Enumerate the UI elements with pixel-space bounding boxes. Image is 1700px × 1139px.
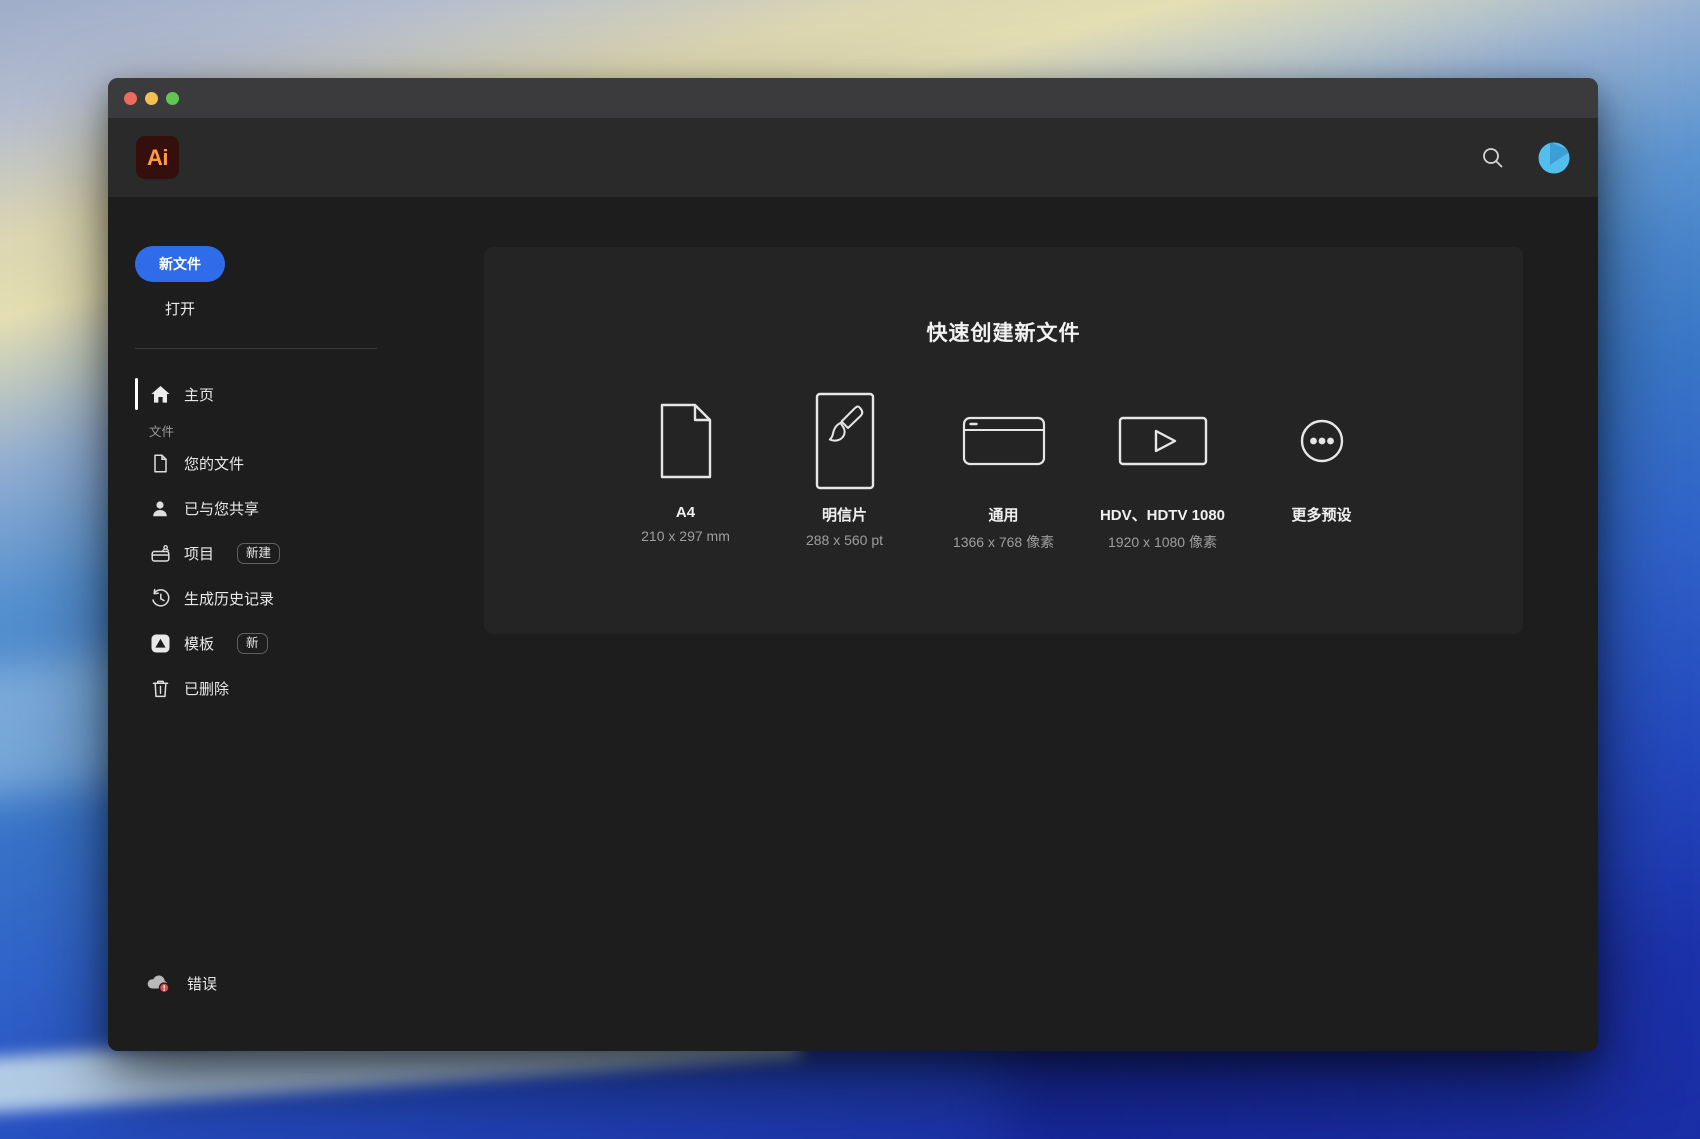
- quick-create-title: 快速创建新文件: [926, 322, 1081, 345]
- sidebar-item-label: 已删除: [184, 681, 230, 698]
- search-icon[interactable]: [1480, 145, 1506, 171]
- preset-name: 明信片: [821, 507, 867, 524]
- history-icon: [150, 588, 171, 609]
- sidebar-item-projects[interactable]: 项目 新建: [135, 531, 460, 576]
- sidebar-item-label: 项目: [184, 546, 215, 563]
- minimize-window-button[interactable]: [145, 91, 158, 105]
- illustrator-logo: Ai: [136, 136, 179, 179]
- preset-more[interactable]: 更多预设: [1242, 391, 1401, 552]
- preset-size: 1920 x 1080 像素: [1108, 534, 1217, 550]
- preset-size: 210 x 297 mm: [641, 528, 730, 544]
- new-badge: 新建: [237, 543, 281, 564]
- sidebar-item-label: 主页: [184, 386, 215, 404]
- titlebar[interactable]: [108, 78, 1598, 118]
- people-icon: [150, 498, 171, 519]
- user-avatar[interactable]: [1538, 142, 1570, 174]
- preset-name: HDV、HDTV 1080: [1099, 507, 1226, 524]
- new-file-button[interactable]: 新文件: [135, 246, 225, 282]
- sidebar-item-shared-with-you[interactable]: 已与您共享: [135, 486, 460, 531]
- sidebar-item-label: 模板: [184, 636, 215, 653]
- web-icon: [962, 391, 1046, 491]
- sidebar-item-templates[interactable]: 模板 新: [135, 621, 460, 666]
- preset-name: A4: [675, 504, 696, 521]
- document-icon: [150, 453, 171, 474]
- sidebar-item-your-files[interactable]: 您的文件: [135, 441, 460, 486]
- close-window-button[interactable]: [124, 91, 137, 105]
- sidebar-divider: [135, 348, 377, 349]
- sidebar-item-home[interactable]: 主页: [135, 375, 460, 413]
- document-new-icon: [658, 391, 714, 491]
- quick-create-panel: 快速创建新文件 A4 210 x 297 mm 明信片 288 x 560 pt…: [484, 247, 1523, 634]
- sidebar: 新文件 打开 主页 文件 您的文件 已与您共享 项目 新建 生成历史记录 模板 …: [108, 197, 460, 1051]
- open-button[interactable]: 打开: [135, 292, 225, 324]
- sidebar-item-label: 已与您共享: [184, 501, 260, 518]
- preset-name: 通用: [988, 507, 1019, 524]
- preset-name: 更多预设: [1291, 507, 1352, 524]
- home-icon: [150, 384, 171, 405]
- new-badge: 新: [237, 633, 268, 654]
- trash-icon: [150, 678, 171, 699]
- zoom-window-button[interactable]: [166, 91, 179, 105]
- preset-size: 1366 x 768 像素: [952, 534, 1055, 550]
- video-icon: [1118, 391, 1208, 491]
- sidebar-item-label: 您的文件: [184, 456, 245, 473]
- templates-icon: [150, 633, 171, 654]
- active-indicator: [135, 378, 138, 410]
- preset-size: 288 x 560 pt: [805, 532, 884, 548]
- sidebar-item-generation-history[interactable]: 生成历史记录: [135, 576, 460, 621]
- app-header: Ai: [108, 118, 1598, 197]
- projects-icon: [150, 543, 171, 564]
- postcard-icon: [814, 391, 876, 491]
- sidebar-item-deleted[interactable]: 已删除: [135, 666, 460, 711]
- preset-hdtv[interactable]: HDV、HDTV 1080 1920 x 1080 像素: [1083, 391, 1242, 552]
- preset-web[interactable]: 通用 1366 x 768 像素: [924, 391, 1083, 552]
- sync-error-status[interactable]: 错误: [145, 971, 217, 995]
- error-label: 错误: [187, 975, 218, 993]
- more-presets-icon: [1299, 391, 1345, 491]
- preset-a4[interactable]: A4 210 x 297 mm: [606, 391, 765, 552]
- main-content: 快速创建新文件 A4 210 x 297 mm 明信片 288 x 560 pt…: [460, 197, 1598, 1051]
- files-section-label: 文件: [149, 424, 175, 439]
- illustrator-home-window: Ai 新文件 打开 主页 文件 您的文件 已与您共享 项目 新建 生成历史记录 …: [108, 78, 1598, 1051]
- preset-postcard[interactable]: 明信片 288 x 560 pt: [765, 391, 924, 552]
- sidebar-item-label: 生成历史记录: [184, 591, 275, 608]
- cloud-error-icon: [145, 971, 173, 995]
- preset-list: A4 210 x 297 mm 明信片 288 x 560 pt 通用 1366…: [484, 391, 1523, 552]
